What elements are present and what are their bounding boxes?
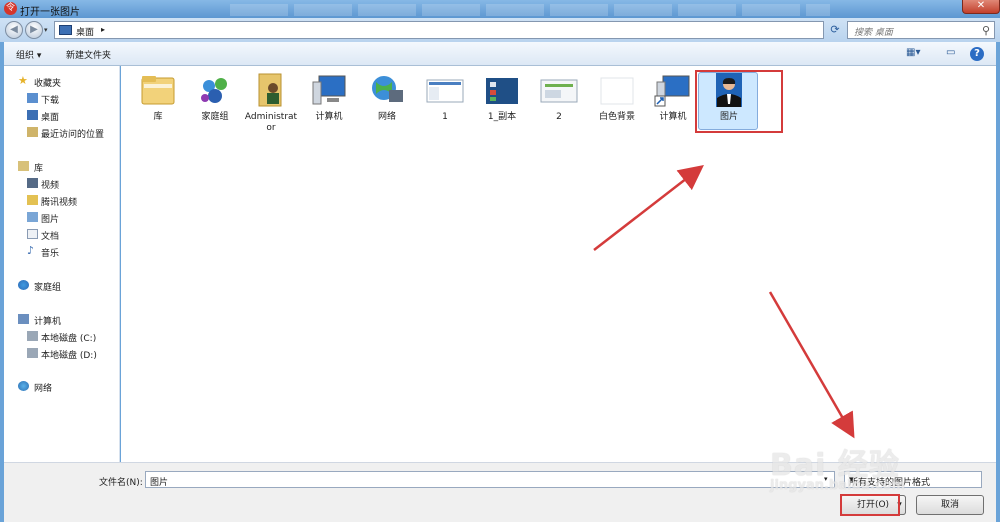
breadcrumb[interactable]: 桌面 ▸ ▾ [54,21,865,39]
nav-favorites[interactable]: ★ 收藏夹 [4,74,120,89]
nav-tencent-video[interactable]: 腾讯视频 [4,193,120,208]
computer-shortcut-icon [653,72,693,108]
nav-pictures[interactable]: 图片 [4,210,120,225]
window-title: 打开一张图片 [20,7,80,18]
forward-button[interactable]: ▶ [25,21,43,39]
filename-dropdown-icon[interactable]: ▾ [824,475,828,483]
video-icon [27,178,38,188]
folder-icon [27,195,38,205]
file-label: 白色背景 [598,112,635,122]
nav-desktop[interactable]: 桌面 [4,108,120,123]
homegroup-icon [18,280,29,290]
file-label: 1_副本 [487,112,517,122]
nav-computer[interactable]: 计算机 [4,312,120,327]
nav-downloads[interactable]: 下载 [4,91,120,106]
document-icon [27,229,38,239]
nav-drive-c[interactable]: 本地磁盘 (C:) [4,329,120,344]
file-label: Administrator [244,112,298,133]
nav-drive-d[interactable]: 本地磁盘 (D:) [4,346,120,361]
file-item-computer-shortcut[interactable]: 计算机 [645,72,701,122]
navigation-pane: ★ 收藏夹 下载 桌面 最近访问的位置 库 视频 腾讯视频 图片 文档 ♪ 音乐… [4,66,120,462]
background-tabs [230,4,830,16]
file-item-1[interactable]: 1 [417,72,473,122]
file-label: 计算机 [315,112,343,122]
breadcrumb-desktop[interactable]: 桌面 [76,25,94,38]
drive-icon [27,348,38,358]
file-item-computer[interactable]: 计算机 [301,72,357,122]
nav-documents[interactable]: 文档 [4,227,120,242]
computer-icon [18,314,29,324]
file-item-white-background[interactable]: 白色背景 [589,72,645,122]
preview-pane-icon[interactable]: ▭ [946,47,955,58]
computer-icon [309,72,349,108]
image-thumbnail-icon [482,72,522,108]
back-button[interactable]: ◀ [5,21,23,39]
refresh-button[interactable]: ⟳ [826,21,844,39]
search-placeholder: 搜索 桌面 [854,28,893,38]
recent-places-icon [27,127,38,137]
file-list: 库 家庭组 Administrator 计算机 网络 1 1_副本 2 白色背景… [121,66,996,462]
network-icon [18,381,29,391]
file-item-administrator[interactable]: Administrator [243,72,299,133]
file-label: 2 [556,112,562,122]
file-item-2[interactable]: 2 [531,72,587,122]
app-icon: 令 [4,2,17,15]
file-dialog-footer: 文件名(N): 图片 ▾ 所有支持的图片格式 ▾ 打开(O) ▾ 取消 [4,462,996,522]
file-label: 1 [442,112,448,122]
library-icon [138,72,178,108]
nav-music[interactable]: ♪ 音乐 [4,244,120,259]
help-icon[interactable]: ? [970,47,984,61]
desktop-icon [59,25,72,35]
filetype-select[interactable]: 所有支持的图片格式 ▾ [844,471,982,488]
search-icon[interactable]: ⚲ [982,24,990,37]
nav-libraries[interactable]: 库 [4,159,120,174]
new-folder-button[interactable]: 新建文件夹 [66,48,111,61]
search-input[interactable]: 搜索 桌面 ⚲ [847,21,995,39]
filename-field[interactable]: 图片 [145,471,835,488]
close-button[interactable]: ✕ [962,0,1000,14]
title-bar: 令 打开一张图片 ✕ [0,0,1000,18]
annotation-highlight-box [695,70,783,133]
nav-videos[interactable]: 视频 [4,176,120,191]
nav-homegroup[interactable]: 家庭组 [4,278,120,293]
file-item-1-copy[interactable]: 1_副本 [474,72,530,122]
desktop-icon [27,110,38,120]
network-icon [367,72,407,108]
file-item-network[interactable]: 网络 [359,72,415,122]
picture-icon [27,212,38,222]
organize-menu[interactable]: 组织 ▾ [16,48,41,61]
file-label: 家庭组 [201,112,229,122]
annotation-highlight-box [840,494,900,516]
homegroup-icon [195,72,235,108]
library-icon [18,161,29,171]
nav-recent[interactable]: 最近访问的位置 [4,125,120,140]
file-label: 计算机 [659,112,687,122]
music-icon: ♪ [27,244,35,257]
chevron-down-icon: ▾ [849,475,854,485]
star-icon: ★ [18,74,28,87]
cancel-button-label: 取消 [940,500,959,510]
drive-icon [27,331,38,341]
history-dropdown-icon[interactable]: ▾ [44,26,48,34]
address-bar: ◀ ▶ ▾ 桌面 ▸ ▾ ⟳ 搜索 桌面 ⚲ [0,18,1000,42]
file-item-homegroup[interactable]: 家庭组 [187,72,243,122]
file-label: 网络 [377,112,396,122]
chevron-right-icon[interactable]: ▸ [101,25,105,34]
image-thumbnail-icon [539,72,579,108]
file-label: 库 [153,112,163,122]
download-icon [27,93,38,103]
user-folder-icon [251,72,291,108]
command-bar: 组织 ▾ 新建文件夹 ▦▾ ▭ ? [4,42,996,66]
filename-value: 图片 [150,478,169,488]
image-thumbnail-icon [425,72,465,108]
view-options-icon[interactable]: ▦▾ [906,47,920,58]
nav-network[interactable]: 网络 [4,379,120,394]
filename-label: 文件名(N): [99,478,143,488]
cancel-button[interactable]: 取消 [916,495,984,515]
image-thumbnail-icon [597,72,637,108]
file-item-library[interactable]: 库 [130,72,186,122]
